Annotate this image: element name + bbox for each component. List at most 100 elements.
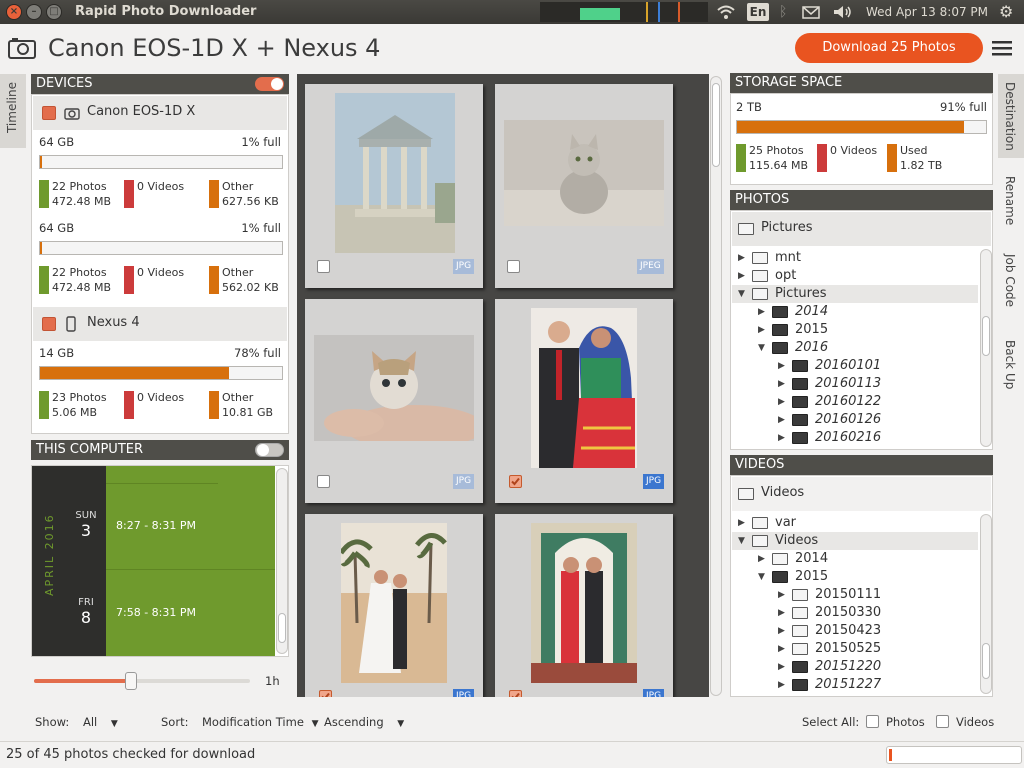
clock[interactable]: Wed Apr 13 8:07 PM [866, 3, 988, 21]
expand-right-icon[interactable]: ▶ [758, 550, 765, 568]
bluetooth-icon[interactable]: ᛒ [779, 3, 787, 21]
sort-dropdown[interactable]: Modification Time ▼ [202, 715, 318, 729]
device-row-nexus[interactable]: Nexus 4 [33, 307, 287, 341]
settings-gear-icon[interactable]: ⚙ [999, 3, 1013, 21]
folder-icon [772, 571, 788, 583]
folder-tree-item[interactable]: ▶ mnt [732, 249, 978, 267]
expand-right-icon[interactable]: ▶ [778, 640, 785, 658]
folder-icon [792, 625, 808, 637]
expand-right-icon[interactable]: ▶ [778, 586, 785, 604]
expand-right-icon[interactable]: ▶ [778, 622, 785, 640]
slider-handle[interactable] [125, 672, 138, 690]
volume-icon[interactable] [832, 3, 854, 21]
expand-right-icon[interactable]: ▶ [738, 514, 745, 532]
videos-tree-scrollbar[interactable] [980, 514, 992, 694]
minimize-window-button[interactable]: – [26, 4, 42, 20]
thumbnail-checkbox[interactable] [317, 475, 330, 488]
folder-tree-item[interactable]: ▶ var [732, 514, 978, 532]
thumbnail-card[interactable]: JPG [305, 299, 483, 503]
mail-icon[interactable] [801, 3, 821, 21]
device-row-canon[interactable]: Canon EOS-1D X [33, 96, 287, 130]
expand-down-icon[interactable]: ▼ [758, 568, 765, 586]
expand-down-icon[interactable]: ▼ [758, 339, 765, 357]
folder-tree-item[interactable]: ▶ 20151220 [732, 658, 978, 676]
folder-tree-item[interactable]: ▶ 20160122 [732, 393, 978, 411]
device-checkbox[interactable] [42, 106, 56, 120]
folder-icon [752, 288, 768, 300]
folder-name: 20160126 [815, 412, 882, 427]
folder-tree-item[interactable]: ▶ 20160113 [732, 375, 978, 393]
expand-right-icon[interactable]: ▶ [778, 658, 785, 676]
expand-right-icon[interactable]: ▶ [778, 429, 785, 447]
tab-back-up[interactable]: Back Up [1003, 340, 1017, 389]
folder-tree-item[interactable]: ▶ 2014 [732, 303, 978, 321]
this-computer-toggle[interactable] [255, 443, 284, 457]
folder-tree-item[interactable]: ▶ 20150525 [732, 640, 978, 658]
expand-right-icon[interactable]: ▶ [738, 267, 745, 285]
folder-tree-item[interactable]: ▼ 2016 [732, 339, 978, 357]
thumbnail-checkbox[interactable] [507, 260, 520, 273]
devices-toggle[interactable] [255, 77, 284, 91]
expand-right-icon[interactable]: ▶ [778, 393, 785, 411]
keyboard-layout-icon[interactable]: En [747, 3, 769, 21]
thumbnail-scrollbar[interactable] [710, 76, 722, 696]
storage-full: 1% full [241, 221, 281, 235]
folder-tree-item[interactable]: ▶ 20151227 [732, 676, 978, 694]
expand-right-icon[interactable]: ▶ [738, 249, 745, 267]
show-dropdown[interactable]: All ▼ [83, 715, 118, 729]
thumbnail-checkbox[interactable] [319, 690, 332, 697]
thumbnail-card[interactable]: JPG [495, 514, 673, 697]
timeline-range[interactable]: 8:27 - 8:31 PM [116, 519, 196, 532]
tab-destination[interactable]: Destination [998, 74, 1024, 158]
folder-tree-item[interactable]: ▼ 2015 [732, 568, 978, 586]
folder-tree-item[interactable]: ▶ 20150330 [732, 604, 978, 622]
select-all-photos-checkbox[interactable] [866, 715, 879, 728]
folder-tree-item[interactable]: ▶ opt [732, 267, 978, 285]
thumbnail-card[interactable]: JPG [305, 514, 483, 697]
folder-tree-item[interactable]: ▶ 20150423 [732, 622, 978, 640]
thumbnail-card[interactable]: JPG [305, 84, 483, 288]
expand-down-icon[interactable]: ▼ [738, 532, 745, 550]
folder-tree-item[interactable]: ▶ 20150111 [732, 586, 978, 604]
thumbnail-checkbox[interactable] [509, 690, 522, 697]
thumbnail-checkbox[interactable] [317, 260, 330, 273]
order-dropdown[interactable]: Ascending ▼ [324, 715, 404, 729]
folder-tree-item[interactable]: ▼ Pictures [732, 285, 978, 303]
videos-destination-row[interactable]: Videos [732, 477, 991, 511]
expand-right-icon[interactable]: ▶ [778, 411, 785, 429]
tab-job-code[interactable]: Job Code [1003, 254, 1017, 307]
expand-right-icon[interactable]: ▶ [778, 357, 785, 375]
select-all-videos-checkbox[interactable] [936, 715, 949, 728]
close-window-button[interactable]: × [6, 4, 22, 20]
folder-tree-item[interactable]: ▶ 20160101 [732, 357, 978, 375]
expand-right-icon[interactable]: ▶ [778, 375, 785, 393]
timeline-scrollbar[interactable] [276, 468, 288, 654]
storage-size: 14 GB [39, 346, 75, 360]
tab-timeline[interactable]: Timeline [0, 74, 26, 148]
timeline-slider[interactable] [34, 672, 250, 690]
timeline-range[interactable]: 7:58 - 8:31 PM [116, 606, 196, 619]
photos-panel-header: PHOTOS [730, 190, 993, 210]
tab-rename[interactable]: Rename [1003, 176, 1017, 225]
thumbnail-card[interactable]: JPG [495, 299, 673, 503]
expand-down-icon[interactable]: ▼ [738, 285, 745, 303]
thumbnail-card[interactable]: JPEG [495, 84, 673, 288]
thumbnail-checkbox[interactable] [509, 475, 522, 488]
folder-tree-item[interactable]: ▶ 20160126 [732, 411, 978, 429]
download-button[interactable]: Download 25 Photos [795, 33, 983, 63]
folder-tree-item[interactable]: ▼ Videos [732, 532, 978, 550]
network-icon[interactable] [716, 3, 736, 21]
device-checkbox[interactable] [42, 317, 56, 331]
folder-tree-item[interactable]: ▶ 20160216 [732, 429, 978, 447]
expand-right-icon[interactable]: ▶ [758, 321, 765, 339]
folder-tree-item[interactable]: ▶ 2014 [732, 550, 978, 568]
expand-right-icon[interactable]: ▶ [778, 676, 785, 694]
photos-tree-scrollbar[interactable] [980, 249, 992, 447]
thumbnail-grid: JPG JPEG JPG JPG JPG JPG [297, 74, 709, 697]
hamburger-menu-icon[interactable] [992, 40, 1012, 56]
expand-right-icon[interactable]: ▶ [778, 604, 785, 622]
maximize-window-button[interactable]: □ [46, 4, 62, 20]
expand-right-icon[interactable]: ▶ [758, 303, 765, 321]
photos-destination-row[interactable]: Pictures [732, 212, 991, 246]
folder-tree-item[interactable]: ▶ 2015 [732, 321, 978, 339]
